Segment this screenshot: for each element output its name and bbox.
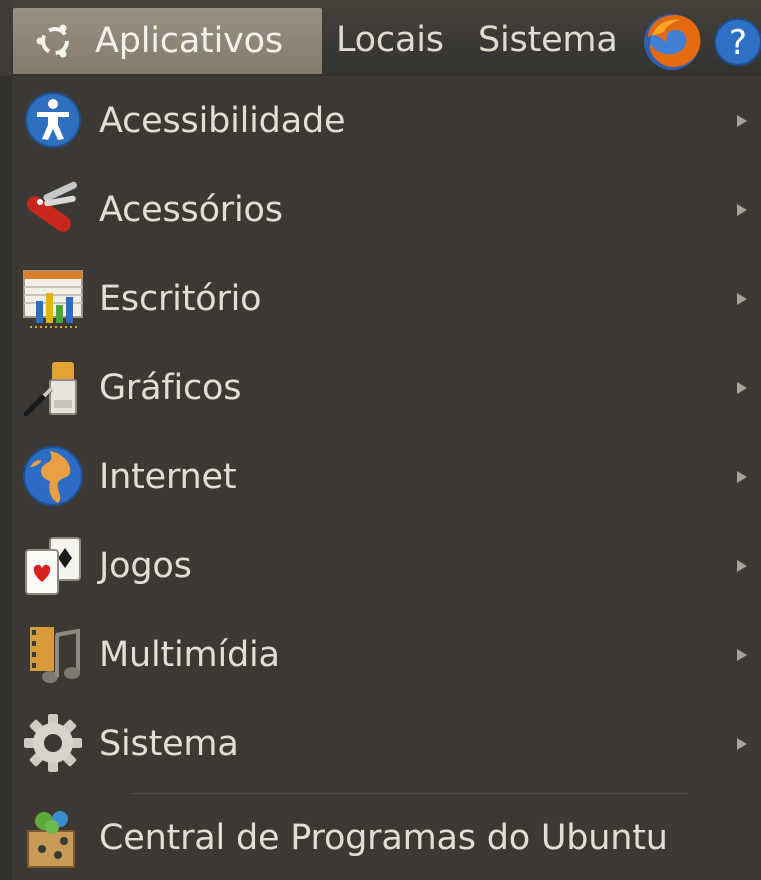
menu-item-multimedia[interactable]: Multimídia [12,610,761,699]
help-glyph: ? [729,23,747,63]
menu-item-system[interactable]: Sistema [12,699,761,788]
games-icon [20,532,86,598]
menu-item-accessories[interactable]: Acessórios [12,165,761,254]
menu-item-office[interactable]: Escritório [12,254,761,343]
menu-item-label: Central de Programas do Ubuntu [99,817,668,858]
menu-item-graphics[interactable]: Gráficos [12,343,761,432]
submenu-arrow-icon [737,381,747,394]
places-label: Locais [336,20,444,60]
submenu-arrow-icon [737,114,747,127]
submenu-arrow-icon [737,292,747,305]
applications-label: Aplicativos [95,21,283,61]
submenu-arrow-icon [737,737,747,750]
submenu-arrow-icon [737,648,747,661]
submenu-arrow-icon [737,470,747,483]
submenu-arrow-icon [737,559,747,572]
firefox-icon[interactable] [638,8,706,74]
software-center-icon [20,805,86,871]
menu-item-label: Escritório [99,278,262,319]
applications-menu-button[interactable]: Aplicativos [13,8,322,74]
menu-item-label: Acessórios [99,189,283,230]
system-gear-icon [20,710,86,776]
submenu-arrow-icon [737,203,747,216]
menu-item-label: Gráficos [99,367,242,408]
menu-left-border [0,76,12,880]
system-label: Sistema [478,20,618,60]
places-menu-button[interactable]: Locais [336,8,444,72]
desktop-screen: Aplicativos Locais Sistema ? Acessibilid… [0,0,761,880]
menu-item-label: Jogos [99,545,192,586]
accessories-icon [20,176,86,242]
menu-item-accessibility[interactable]: Acessibilidade [12,76,761,165]
system-menu-button[interactable]: Sistema [478,8,618,72]
menu-item-games[interactable]: Jogos [12,521,761,610]
menu-item-label: Internet [99,456,237,497]
menu-separator [132,793,687,794]
graphics-icon [20,354,86,420]
internet-icon [20,443,86,509]
multimedia-icon [20,621,86,687]
office-icon [20,265,86,331]
top-panel: Aplicativos Locais Sistema ? [0,0,761,77]
menu-item-software-center[interactable]: Central de Programas do Ubuntu [12,795,761,880]
menu-item-label: Multimídia [99,634,280,675]
ubuntu-logo-icon [35,21,75,61]
help-icon[interactable]: ? [710,15,761,69]
panel-edge [0,0,12,76]
menu-item-label: Acessibilidade [99,100,346,141]
applications-dropdown-menu: Acessibilidade Acessórios Escritório Grá… [12,76,761,880]
accessibility-icon [20,87,86,153]
menu-item-internet[interactable]: Internet [12,432,761,521]
menu-item-label: Sistema [99,723,239,764]
